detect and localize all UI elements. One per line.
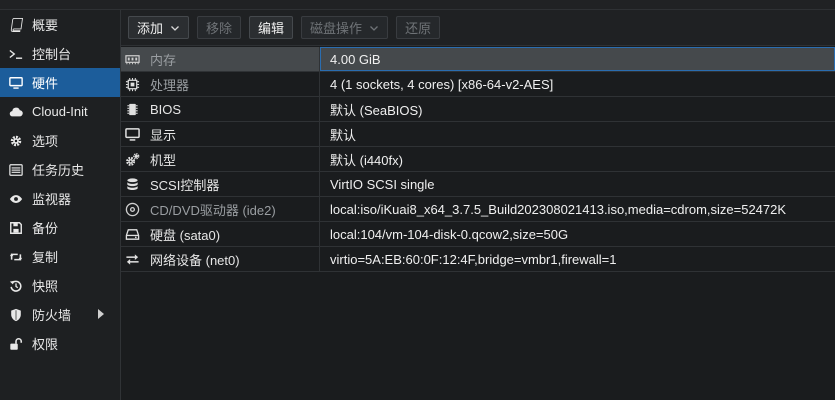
sidebar-item-summary[interactable]: 概要 (0, 10, 120, 39)
hardware-row-display[interactable]: 显示 默认 (121, 122, 835, 147)
sidebar-item-task-history[interactable]: 任务历史 (0, 155, 120, 184)
sidebar-item-label: 权限 (32, 337, 59, 352)
sidebar-item-firewall[interactable]: 防火墙 (0, 300, 120, 329)
row-value: local:104/vm-104-disk-0.qcow2,size=50G (330, 226, 569, 242)
sidebar-item-hardware[interactable]: 硬件 (0, 68, 120, 97)
row-value: local:iso/iKuai8_x64_3.7.5_Build20230802… (330, 201, 787, 217)
row-key: BIOS (150, 101, 182, 117)
sidebar-item-label: 监视器 (32, 192, 72, 207)
main-panel: 添加 移除 编辑 磁盘操作 还原 内存 4.00 GiB 处理器 4 (1 so… (121, 10, 835, 400)
list-icon (8, 162, 24, 178)
disk-action-button[interactable]: 磁盘操作 (301, 16, 389, 39)
unlock-icon (8, 336, 24, 352)
edit-button[interactable]: 编辑 (249, 16, 294, 39)
row-value: VirtIO SCSI single (330, 176, 435, 192)
disk-action-button-label: 磁盘操作 (310, 21, 363, 36)
exchange-icon (124, 251, 140, 267)
remove-button-label: 移除 (206, 21, 233, 36)
sidebar-item-label: 概要 (32, 18, 59, 33)
sidebar-item-label: 控制台 (32, 47, 72, 62)
eye-icon (8, 191, 24, 207)
row-value: virtio=5A:EB:60:0F:12:4F,bridge=vmbr1,fi… (330, 251, 617, 267)
chevron-down-icon (369, 23, 379, 33)
sidebar-nav: 概要 控制台 硬件 Cloud-Init 选项 任务历史 监视器 备份 复制 快… (0, 10, 121, 400)
add-button[interactable]: 添加 (128, 16, 190, 39)
sidebar-item-monitor[interactable]: 监视器 (0, 184, 120, 213)
hardware-row-memory[interactable]: 内存 4.00 GiB (121, 47, 835, 72)
gear-icon (8, 133, 24, 149)
remove-button[interactable]: 移除 (197, 16, 242, 39)
row-key: 硬盘 (sata0) (150, 227, 221, 243)
cpu-icon (124, 76, 140, 92)
row-key: 显示 (150, 127, 177, 143)
sidebar-item-label: 备份 (32, 221, 59, 236)
memory-icon (124, 51, 140, 67)
row-value: 默认 (SeaBIOS) (330, 102, 423, 118)
sidebar-item-replication[interactable]: 复制 (0, 242, 120, 271)
revert-button-label: 还原 (405, 21, 432, 36)
row-value: 默认 (330, 127, 357, 143)
top-strip (0, 0, 835, 10)
hardware-row-scsi-controller[interactable]: SCSI控制器 VirtIO SCSI single (121, 172, 835, 197)
row-key: 处理器 (150, 77, 190, 93)
hardware-row-network[interactable]: 网络设备 (net0) virtio=5A:EB:60:0F:12:4F,bri… (121, 247, 835, 272)
sidebar-item-label: 复制 (32, 250, 59, 265)
row-value: 4.00 GiB (330, 51, 381, 67)
database-icon (124, 176, 140, 192)
sidebar-item-label: Cloud-Init (32, 104, 88, 119)
desktop-icon (124, 126, 140, 142)
sidebar-item-label: 硬件 (32, 76, 59, 91)
row-key: 内存 (150, 52, 177, 68)
row-key: SCSI控制器 (150, 177, 220, 193)
sidebar-item-label: 防火墙 (32, 308, 72, 323)
cloud-icon (8, 104, 24, 120)
sidebar-item-permissions[interactable]: 权限 (0, 329, 120, 358)
cogs-icon (124, 151, 140, 167)
row-key: CD/DVD驱动器 (ide2) (150, 202, 276, 218)
edit-button-label: 编辑 (258, 21, 285, 36)
row-value: 默认 (i440fx) (330, 152, 403, 168)
hdd-icon (124, 226, 140, 242)
sidebar-item-label: 快照 (32, 279, 59, 294)
floppy-icon (8, 220, 24, 236)
sidebar-item-label: 选项 (32, 134, 59, 149)
expand-arrow-icon[interactable] (98, 309, 104, 319)
sidebar-item-snapshots[interactable]: 快照 (0, 271, 120, 300)
hardware-row-processor[interactable]: 处理器 4 (1 sockets, 4 cores) [x86-64-v2-AE… (121, 72, 835, 97)
shield-icon (8, 307, 24, 323)
chevron-down-icon (170, 23, 180, 33)
cdrom-icon (124, 201, 140, 217)
hardware-grid: 内存 4.00 GiB 处理器 4 (1 sockets, 4 cores) [… (121, 47, 835, 272)
row-value: 4 (1 sockets, 4 cores) [x86-64-v2-AES] (330, 76, 554, 92)
chip-icon (124, 101, 140, 117)
book-icon (8, 17, 24, 33)
history-icon (8, 278, 24, 294)
retweet-icon (8, 249, 24, 265)
sidebar-item-console[interactable]: 控制台 (0, 39, 120, 68)
hardware-toolbar: 添加 移除 编辑 磁盘操作 还原 (121, 10, 835, 46)
row-key: 机型 (150, 152, 177, 168)
hardware-row-cdrom[interactable]: CD/DVD驱动器 (ide2) local:iso/iKuai8_x64_3.… (121, 197, 835, 222)
sidebar-item-backup[interactable]: 备份 (0, 213, 120, 242)
sidebar-item-options[interactable]: 选项 (0, 126, 120, 155)
hardware-row-hard-disk[interactable]: 硬盘 (sata0) local:104/vm-104-disk-0.qcow2… (121, 222, 835, 247)
terminal-icon (8, 46, 24, 62)
sidebar-item-cloud-init[interactable]: Cloud-Init (0, 97, 120, 126)
revert-button[interactable]: 还原 (396, 16, 441, 39)
sidebar-item-label: 任务历史 (32, 163, 85, 178)
hardware-row-machine[interactable]: 机型 默认 (i440fx) (121, 147, 835, 172)
monitor-icon (8, 75, 24, 91)
row-key: 网络设备 (net0) (150, 252, 240, 268)
hardware-row-bios[interactable]: BIOS 默认 (SeaBIOS) (121, 97, 835, 122)
add-button-label: 添加 (137, 21, 164, 36)
